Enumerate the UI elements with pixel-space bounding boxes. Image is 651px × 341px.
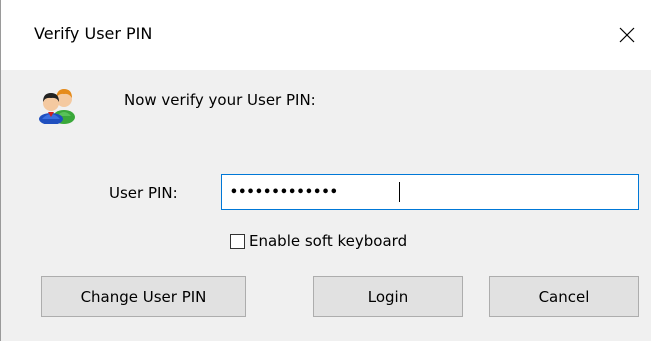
verify-pin-dialog: Verify User PIN Now verify your User PIN… bbox=[0, 0, 651, 341]
cancel-button[interactable]: Cancel bbox=[489, 276, 639, 317]
two-users-icon bbox=[39, 89, 75, 124]
window-title: Verify User PIN bbox=[34, 24, 153, 43]
login-button[interactable]: Login bbox=[313, 276, 463, 317]
title-bar: Verify User PIN bbox=[1, 0, 651, 70]
soft-keyboard-label: Enable soft keyboard bbox=[249, 232, 408, 250]
text-caret bbox=[399, 182, 400, 202]
user-pin-label: User PIN: bbox=[109, 184, 178, 202]
close-icon bbox=[619, 27, 634, 43]
close-button[interactable] bbox=[601, 0, 651, 70]
user-pin-input[interactable] bbox=[221, 174, 639, 210]
change-user-pin-button[interactable]: Change User PIN bbox=[41, 276, 246, 317]
soft-keyboard-option[interactable]: Enable soft keyboard bbox=[230, 230, 407, 252]
prompt-text: Now verify your User PIN: bbox=[124, 91, 316, 109]
soft-keyboard-checkbox[interactable] bbox=[230, 233, 245, 249]
